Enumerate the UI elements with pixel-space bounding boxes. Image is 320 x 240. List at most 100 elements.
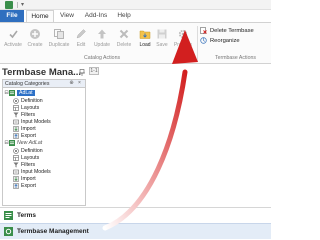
tree-node-label: New AdLat <box>17 139 43 146</box>
tree-item-import[interactable]: Import <box>13 175 36 182</box>
nav-termbase-management-label: Termbase Management <box>17 228 89 235</box>
quick-access-dropdown-icon[interactable]: ▾ <box>21 1 24 8</box>
ribbon-tabs: File Home View Add-Ins Help <box>0 10 271 22</box>
create-button[interactable]: Create <box>24 25 46 53</box>
nav-termbase-management[interactable]: Termbase Management <box>0 223 271 239</box>
edit-button[interactable]: Edit <box>72 25 90 53</box>
tree-item-import[interactable]: Import <box>13 125 36 132</box>
catalog-categories-panel: Catalog Categories ⊕ × ⊟ AdLat Definitio… <box>2 79 86 206</box>
close-icon[interactable]: × <box>77 81 82 86</box>
tree-item-layouts[interactable]: Layouts <box>13 154 39 161</box>
process-label: Process <box>173 42 193 48</box>
tree-node-label: AdLat <box>17 89 35 96</box>
duplicate-button[interactable]: Duplicate <box>48 25 70 53</box>
activate-label: Activate <box>4 42 22 48</box>
tree-item-label: Export <box>21 182 36 189</box>
pin-header-icon[interactable]: ⊕ <box>69 81 74 86</box>
titlebar-separator <box>17 2 18 8</box>
tree-item-definition[interactable]: Definition <box>13 97 43 104</box>
catalog-actions-group-label: Catalog Actions <box>84 55 121 61</box>
create-label: Create <box>27 42 43 48</box>
tree-item-label: Filters <box>21 111 36 118</box>
ribbon: Activate Create Duplicate Edit Update De… <box>0 22 271 64</box>
delete-termbase-icon <box>200 27 207 34</box>
filter-icon <box>13 162 19 167</box>
import-icon <box>13 175 19 182</box>
tree-item-input-models[interactable]: Input Models <box>13 118 51 125</box>
tree-item-label: Filters <box>21 161 36 168</box>
title-bar: ▾ <box>0 0 271 10</box>
update-label: Update <box>93 42 111 48</box>
tab-home[interactable]: Home <box>26 10 54 22</box>
export-icon <box>13 182 19 189</box>
delete-icon <box>119 29 129 39</box>
termbase-management-icon <box>4 227 13 236</box>
nav-terms-label: Terms <box>17 212 37 219</box>
document-tab[interactable]: 1-1 <box>89 67 99 75</box>
activate-button[interactable]: Activate <box>2 25 24 53</box>
import-icon <box>13 125 19 132</box>
catalog-categories-label: Catalog Categories <box>5 81 50 87</box>
reorganize-label: Reorganize <box>210 37 240 44</box>
duplicate-icon <box>54 29 64 39</box>
tab-view[interactable]: View <box>57 10 77 22</box>
delete-termbase-button[interactable]: Delete Termbase <box>200 26 254 35</box>
tab-add-ins[interactable]: Add-Ins <box>82 10 110 22</box>
tree-item-definition[interactable]: Definition <box>13 147 43 154</box>
save-icon <box>157 29 167 39</box>
tab-help[interactable]: Help <box>115 10 133 22</box>
load-icon <box>139 30 151 39</box>
tree-item-export[interactable]: Export <box>13 132 36 139</box>
tree-item-layouts[interactable]: Layouts <box>13 104 39 111</box>
definition-icon <box>13 147 19 154</box>
ribbon-group-separator <box>197 26 198 62</box>
tree-item-label: Layouts <box>21 104 40 111</box>
update-button[interactable]: Update <box>91 25 113 53</box>
tab-file[interactable]: File <box>0 10 24 22</box>
save-label: Save <box>156 42 168 48</box>
tree-item-label: Layouts <box>21 154 40 161</box>
tree-item-label: Import <box>21 125 36 132</box>
edit-label: Edit <box>76 42 86 48</box>
edit-icon <box>76 29 86 39</box>
tree-item-label: Export <box>21 132 36 139</box>
tree-item-label: Import <box>21 175 36 182</box>
filter-icon <box>13 112 19 117</box>
nav-terms[interactable]: Terms <box>0 207 271 223</box>
tree-item-label: Input Models <box>21 118 51 125</box>
process-button[interactable]: Process <box>171 25 195 53</box>
duplicate-label: Duplicate <box>48 42 70 48</box>
tree-node-adlat[interactable]: ⊟ AdLat <box>4 89 35 96</box>
tree-node-new-adlat[interactable]: ⊟ New AdLat <box>4 139 42 146</box>
save-button[interactable]: Save <box>153 25 171 53</box>
create-icon <box>30 29 40 39</box>
definition-icon <box>13 97 19 104</box>
tree-item-label: Definition <box>21 147 43 154</box>
app-icon <box>5 1 13 9</box>
termbase-actions-group-label: Termbase Actions <box>215 55 256 61</box>
tree-item-export[interactable]: Export <box>13 182 36 189</box>
termbase-icon <box>9 139 15 146</box>
reorganize-button[interactable]: Reorganize <box>200 36 240 45</box>
tree-item-filters[interactable]: Filters <box>13 161 35 168</box>
input-model-icon <box>13 169 19 174</box>
input-model-icon <box>13 119 19 124</box>
delete-label: Delete <box>116 42 132 48</box>
delete-button[interactable]: Delete <box>113 25 135 53</box>
tree-item-label: Input Models <box>21 168 51 175</box>
tree-item-label: Definition <box>21 97 43 104</box>
reorganize-icon <box>200 37 207 44</box>
catalog-categories-header: Catalog Categories ⊕ × <box>3 80 85 88</box>
process-icon <box>178 29 188 39</box>
layouts-icon <box>13 154 19 161</box>
pin-icon[interactable] <box>79 69 85 76</box>
layouts-icon <box>13 104 19 111</box>
tree-item-filters[interactable]: Filters <box>13 111 35 118</box>
export-icon <box>13 132 19 139</box>
tree-item-input-models[interactable]: Input Models <box>13 168 51 175</box>
delete-termbase-label: Delete Termbase <box>210 27 254 34</box>
terms-icon <box>4 211 13 220</box>
arrow-shaft <box>102 69 188 231</box>
activate-icon <box>9 30 18 39</box>
termbase-icon <box>9 89 15 96</box>
